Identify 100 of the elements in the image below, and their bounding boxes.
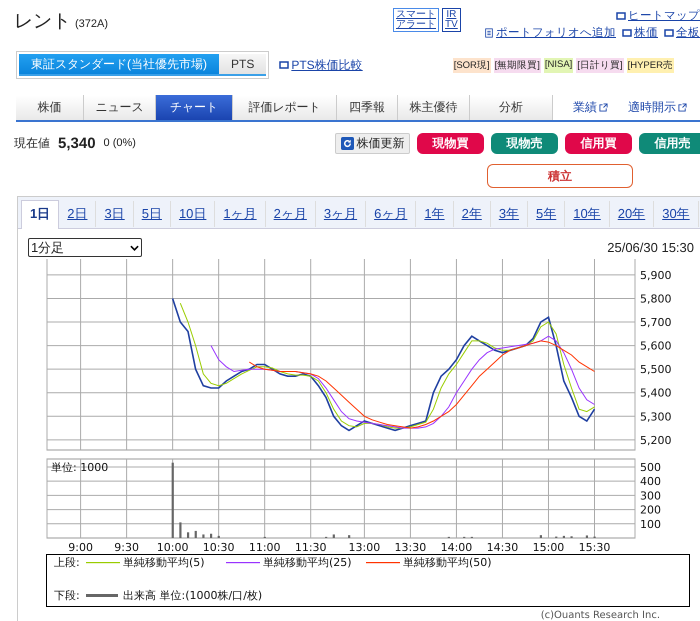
volume-bar — [186, 532, 190, 538]
volume-bar — [202, 534, 205, 538]
period-tab[interactable]: 2日 — [59, 201, 96, 227]
volume-bar — [179, 522, 182, 538]
sell-button[interactable]: 信用売 — [639, 132, 700, 154]
volume-bar — [332, 534, 335, 538]
nav-tab[interactable]: 分析 — [470, 95, 553, 120]
y-axis-label: 5,900 — [640, 268, 672, 282]
volume-bar — [218, 536, 220, 538]
nav-tab[interactable]: 評価レポート — [233, 95, 337, 120]
header-link[interactable]: 株価 — [634, 25, 658, 40]
window-icon — [664, 28, 674, 38]
pts-compare-link[interactable]: PTS株価比較 — [291, 56, 363, 74]
volume-unit-label: 単位: 1000 — [51, 461, 108, 474]
refresh-button[interactable]: 株価更新 — [335, 132, 410, 154]
volume-bar — [586, 535, 588, 538]
period-tab[interactable]: 20年 — [610, 201, 654, 227]
x-axis-label: 13:30 — [394, 541, 426, 554]
nav-link[interactable]: 適時開示 — [628, 99, 676, 116]
period-tab[interactable]: 3年 — [490, 201, 528, 227]
nav-tab[interactable]: ニュース — [84, 95, 156, 120]
x-axis-label: 14:30 — [486, 541, 518, 554]
current-price: 5,340 — [58, 134, 96, 152]
sell-button[interactable]: 現物売 — [491, 132, 558, 154]
period-tab[interactable]: 5日 — [134, 201, 171, 227]
legend-label: 単純移動平均(50) — [403, 556, 492, 569]
legend-label: 出来高 単位:(1000株/口/枚) — [123, 589, 262, 602]
x-axis-label: 15:00 — [532, 541, 564, 554]
nav-tab[interactable]: 四季報 — [337, 95, 398, 120]
x-axis-label: 9:00 — [68, 541, 93, 554]
x-axis-label: 9:30 — [114, 541, 139, 554]
order-type-tag: [SOR現] — [452, 58, 491, 72]
nav-tab[interactable]: チャート — [156, 95, 233, 120]
legend-label: 単純移動平均(25) — [263, 556, 352, 569]
period-tab[interactable]: 1日 — [21, 200, 60, 229]
period-tab[interactable]: 1ヶ月 — [215, 201, 266, 227]
period-tab[interactable]: 2ヶ月 — [266, 201, 316, 227]
order-type-tag: [無期限買] — [494, 58, 541, 72]
refresh-icon — [340, 136, 354, 150]
period-tab[interactable]: 3日 — [96, 201, 134, 227]
order-type-tag: [NISA] — [544, 58, 574, 72]
volume-bar — [562, 536, 565, 538]
x-axis-label: 14:00 — [440, 541, 472, 554]
y-axis-label: 400 — [640, 475, 661, 488]
nav-link[interactable]: 業績 — [573, 99, 597, 116]
y-axis-label: 5,800 — [640, 292, 672, 306]
document-icon — [484, 28, 494, 38]
volume-bar — [540, 535, 542, 538]
y-axis-label: 200 — [640, 504, 661, 517]
period-tab[interactable]: 10年 — [565, 201, 610, 227]
y-axis-label: 5,500 — [640, 363, 672, 376]
buy-button[interactable]: 現物買 — [417, 132, 484, 154]
volume-bar — [210, 534, 212, 538]
legend-label: 下段: — [54, 589, 80, 602]
x-axis-label: 13:00 — [348, 541, 380, 554]
y-axis-label: 100 — [640, 518, 661, 531]
period-tab[interactable]: 5年 — [528, 201, 566, 227]
x-axis-label: 10:00 — [156, 541, 188, 554]
copyright-text: (c)Ouants Research Inc. — [540, 610, 660, 621]
period-tab[interactable]: 10日 — [170, 201, 216, 227]
nav-tab[interactable]: 株主優待 — [398, 95, 470, 120]
period-tab[interactable]: 6ヶ月 — [366, 201, 416, 227]
header-link[interactable]: 全板 — [676, 25, 700, 40]
interval-dropdown[interactable]: 1分足 — [28, 238, 142, 257]
chart-timestamp: 25/06/30 15:30 — [607, 240, 694, 255]
y-axis-label: 300 — [640, 489, 661, 502]
header-link[interactable]: ヒートマップ — [628, 8, 700, 23]
buy-button[interactable]: 信用買 — [565, 132, 632, 154]
chevron-down-icon — [130, 244, 139, 250]
period-tab[interactable]: 30年 — [654, 201, 699, 227]
market-tab[interactable]: PTS — [219, 54, 266, 76]
volume-bar — [194, 530, 197, 538]
stock-name: レント — [14, 10, 71, 34]
window-icon — [279, 60, 290, 70]
order-type-tag: [日計り買] — [576, 58, 624, 72]
y-axis-label: 5,400 — [640, 386, 672, 400]
y-axis-label: 5,700 — [640, 316, 672, 330]
header-link[interactable]: ポートフォリオへ追加 — [496, 25, 616, 40]
period-tab[interactable]: 2年 — [454, 201, 491, 227]
y-axis-label: 5,200 — [640, 434, 672, 447]
external-link-icon — [678, 103, 687, 112]
price-change: 0 (0%) — [104, 137, 136, 149]
x-axis-label: 10:30 — [202, 541, 234, 554]
x-axis-label: 11:00 — [248, 541, 281, 554]
y-axis-label: 5,300 — [640, 410, 672, 424]
smart-alert-link[interactable]: スマート アラート — [393, 8, 439, 32]
y-axis-label: 5,600 — [640, 340, 672, 353]
x-axis-label: 11:30 — [294, 541, 327, 554]
period-tab[interactable]: 1年 — [416, 201, 454, 227]
y-axis-label: 500 — [640, 460, 661, 474]
legend-label: 単純移動平均(5) — [123, 556, 205, 569]
order-type-tag: [HYPER売 — [626, 58, 674, 72]
stock-code: (372A) — [75, 18, 108, 30]
period-tab[interactable]: 3ヶ月 — [316, 201, 366, 227]
accumulate-button[interactable]: 積立 — [487, 164, 633, 188]
volume-bar — [348, 535, 350, 538]
legend-label: 上段: — [54, 556, 80, 569]
nav-tab[interactable]: 株価 — [16, 95, 84, 120]
external-link-icon — [599, 103, 608, 112]
ir-tv-link[interactable]: IR TV — [442, 8, 461, 32]
